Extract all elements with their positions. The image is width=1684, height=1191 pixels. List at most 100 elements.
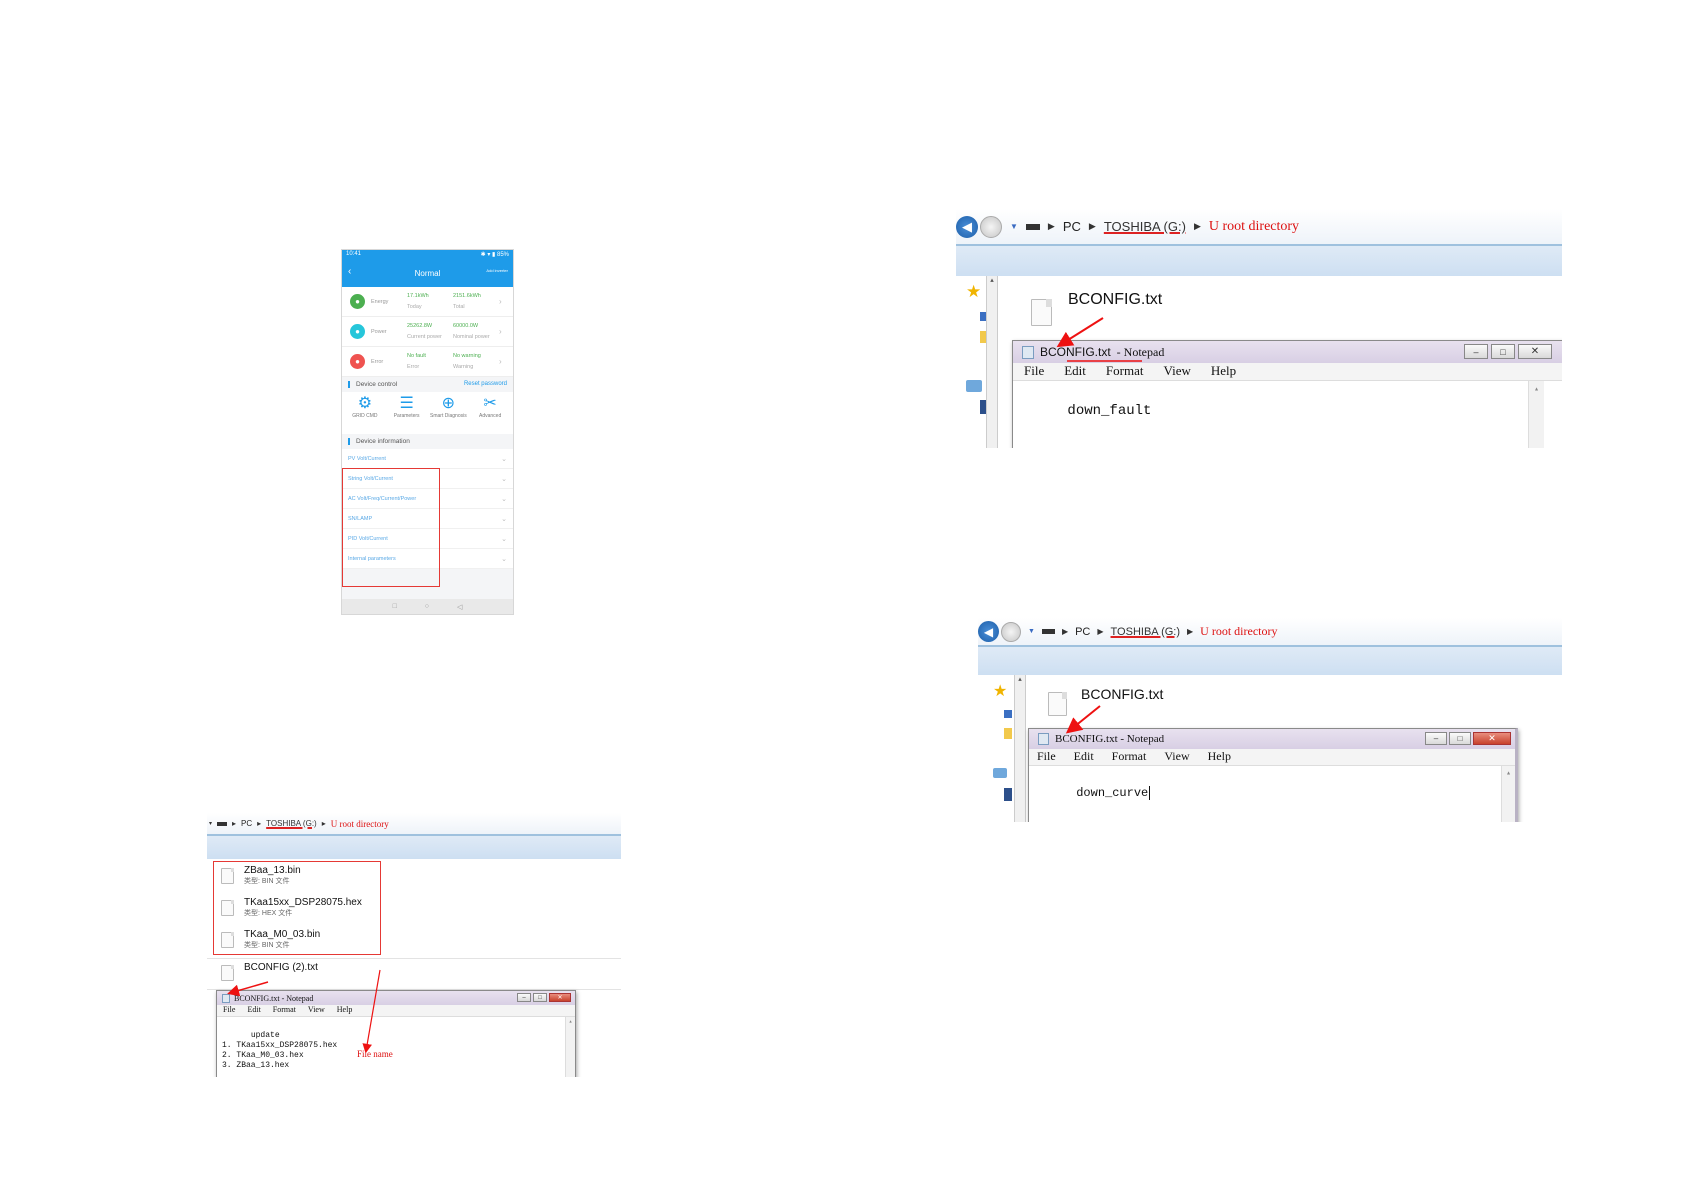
file-icon [1031, 299, 1052, 326]
energy-icon: ● [350, 294, 365, 309]
menu-help[interactable]: Help [1208, 749, 1231, 765]
control-grid-cmd[interactable]: ⚙ GRID CMD [345, 395, 385, 431]
close-icon[interactable]: ✕ [1473, 732, 1511, 745]
control-smart-diagnosis[interactable]: ⊕ Smart Diagnosis [428, 395, 468, 431]
back-icon[interactable]: ‹ [348, 266, 351, 277]
metric-value: No warning [453, 352, 481, 359]
maximize-icon[interactable]: □ [1491, 344, 1515, 359]
file-item[interactable]: BCONFIG.txt [1048, 686, 1163, 716]
dropdown-icon[interactable]: ▾ [209, 820, 212, 827]
menu-view[interactable]: View [308, 1005, 325, 1016]
path-separator-icon: ▸ [232, 819, 237, 828]
menu-view[interactable]: View [1164, 749, 1189, 765]
scrollbar[interactable]: ▴ [1528, 381, 1544, 448]
status-icons: ✱ ▾ ▮ 85% [480, 252, 509, 258]
menu-file[interactable]: File [223, 1005, 235, 1016]
reset-password-link[interactable]: Reset password [464, 381, 507, 388]
maximize-icon[interactable]: □ [1449, 732, 1471, 745]
nav-back-icon[interactable]: ◁ [457, 603, 462, 611]
path-pc[interactable]: PC [1075, 626, 1090, 638]
file-item[interactable]: BCONFIG.txt [1031, 291, 1162, 326]
dropdown-icon[interactable]: ▼ [1028, 628, 1035, 635]
phone-title: Normal [414, 269, 441, 278]
dropdown-icon[interactable]: ▼ [1010, 222, 1018, 231]
menu-help[interactable]: Help [1211, 363, 1236, 380]
address-bar[interactable]: ◀ ▼ ▶ PC ▶ TOSHIBA (G:) ▶ U root directo… [978, 618, 1562, 647]
metric-value: No fault [407, 352, 426, 359]
path-pc[interactable]: PC [241, 819, 252, 828]
folder-icon [1004, 728, 1012, 739]
chevron-down-icon: ⌄ [501, 555, 507, 563]
chevron-right-icon: › [499, 297, 502, 306]
back-icon[interactable]: ◀ [956, 215, 978, 238]
notepad-text-area[interactable]: down_curve ▴ [1029, 766, 1515, 822]
menu-format[interactable]: Format [273, 1005, 296, 1016]
menu-edit[interactable]: Edit [1064, 363, 1086, 380]
toolbar [978, 647, 1562, 675]
close-icon[interactable]: ✕ [549, 993, 571, 1002]
forward-icon[interactable] [1001, 621, 1021, 642]
nav-recent-icon[interactable]: □ [393, 603, 397, 610]
close-icon[interactable]: ✕ [1518, 344, 1552, 359]
address-bar[interactable]: ◀ ▼ ▶ PC ▶ TOSHIBA (G:) ▶ U root directo… [956, 209, 1562, 246]
notepad-title-filename: BCONFIG.txt [1040, 345, 1111, 359]
path-separator-icon: ▶ [1097, 627, 1104, 636]
notepad-title: BCONFIG.txt - Notepad [234, 993, 314, 1003]
menu-file[interactable]: File [1024, 363, 1044, 380]
notepad-text-area[interactable]: update 1. TKaa15xx_DSP28075.hex 2. TKaa_… [217, 1017, 575, 1077]
nav-home-icon[interactable]: ○ [425, 603, 429, 610]
add-inverter-button[interactable]: Add inverter [486, 268, 508, 273]
device-control-grid: ⚙ GRID CMD ☰ Parameters ⊕ Smart Diagnosis ✂ Adv… [342, 392, 513, 434]
path-drive[interactable]: TOSHIBA (G:) [1104, 219, 1186, 234]
notepad-window: BCONFIG.txt - Notepad – □ ✕ File Edit Fo… [216, 990, 576, 1077]
menu-format[interactable]: Format [1112, 749, 1147, 765]
forward-icon[interactable] [980, 215, 1002, 238]
path-root-label: U root directory [1200, 624, 1278, 638]
menu-edit[interactable]: Edit [1074, 749, 1094, 765]
scrollbar[interactable]: ▴ [1014, 675, 1026, 822]
metric-row[interactable]: ● Energy 17.1kWh Today 2151.6kWh Total › [342, 287, 513, 317]
control-label: GRID CMD [352, 413, 378, 419]
menu-help[interactable]: Help [337, 1005, 353, 1016]
info-row[interactable]: PV Volt/Current ⌄ [342, 449, 513, 469]
scrollbar[interactable]: ▴ [986, 276, 998, 448]
device-control-title: Device control [348, 381, 397, 388]
chevron-down-icon: ⌄ [501, 455, 507, 463]
menu-view[interactable]: View [1163, 363, 1190, 380]
path-separator-icon: ▶ [1061, 627, 1069, 636]
address-bar[interactable]: ▾ ▸ PC ▸ TOSHIBA (G:) ▸ U root directory [207, 813, 621, 836]
control-label: Parameters [393, 413, 420, 419]
power-icon: ● [350, 324, 365, 339]
metric-row[interactable]: ● Error No fault Error No warning Warning › [342, 347, 513, 377]
minimize-icon[interactable]: – [517, 993, 531, 1002]
notepad-menubar: File Edit Format View Help [1013, 363, 1562, 381]
minimize-icon[interactable]: – [1425, 732, 1447, 745]
notepad-content: update 1. TKaa15xx_DSP28075.hex 2. TKaa_… [222, 1031, 338, 1070]
menu-edit[interactable]: Edit [247, 1005, 260, 1016]
notepad-text-area[interactable]: down_fault ▴ [1013, 381, 1562, 448]
scrollbar[interactable]: ▴ [565, 1017, 575, 1077]
explorer-window-bottom-right: ◀ ▼ ▶ PC ▶ TOSHIBA (G:) ▶ U root directo… [978, 618, 1562, 822]
path-drive[interactable]: TOSHIBA (G:) [1111, 626, 1180, 638]
metric-row[interactable]: ● Power 25262.8W Current power 60000.0W Nomin… [342, 317, 513, 347]
path-separator-icon: ▶ [1187, 627, 1194, 636]
path-pc[interactable]: PC [1063, 219, 1081, 234]
control-parameters[interactable]: ☰ Parameters [387, 395, 427, 431]
info-row-label: PV Volt/Current [348, 455, 386, 462]
desktop-icon [1004, 710, 1012, 718]
scrollbar[interactable]: ▴ [1501, 766, 1515, 822]
minimize-icon[interactable]: – [1464, 344, 1488, 359]
control-advanced[interactable]: ✂ Advanced [470, 395, 510, 431]
metric-value: 17.1kWh [407, 292, 429, 299]
maximize-icon[interactable]: □ [533, 993, 547, 1002]
back-icon[interactable]: ◀ [978, 621, 999, 642]
path-root-label: U root directory [330, 818, 389, 829]
control-label: Smart Diagnosis [430, 413, 467, 419]
file-item[interactable]: BCONFIG (2).txt [221, 962, 318, 981]
notepad-titlebar: BCONFIG.txt - Notepad – □ ✕ [1029, 729, 1515, 749]
drive-icon [1025, 223, 1040, 230]
menu-file[interactable]: File [1037, 749, 1056, 765]
metric-sub: Total [453, 303, 465, 310]
path-drive[interactable]: TOSHIBA (G:) [266, 819, 317, 828]
menu-format[interactable]: Format [1106, 363, 1144, 380]
